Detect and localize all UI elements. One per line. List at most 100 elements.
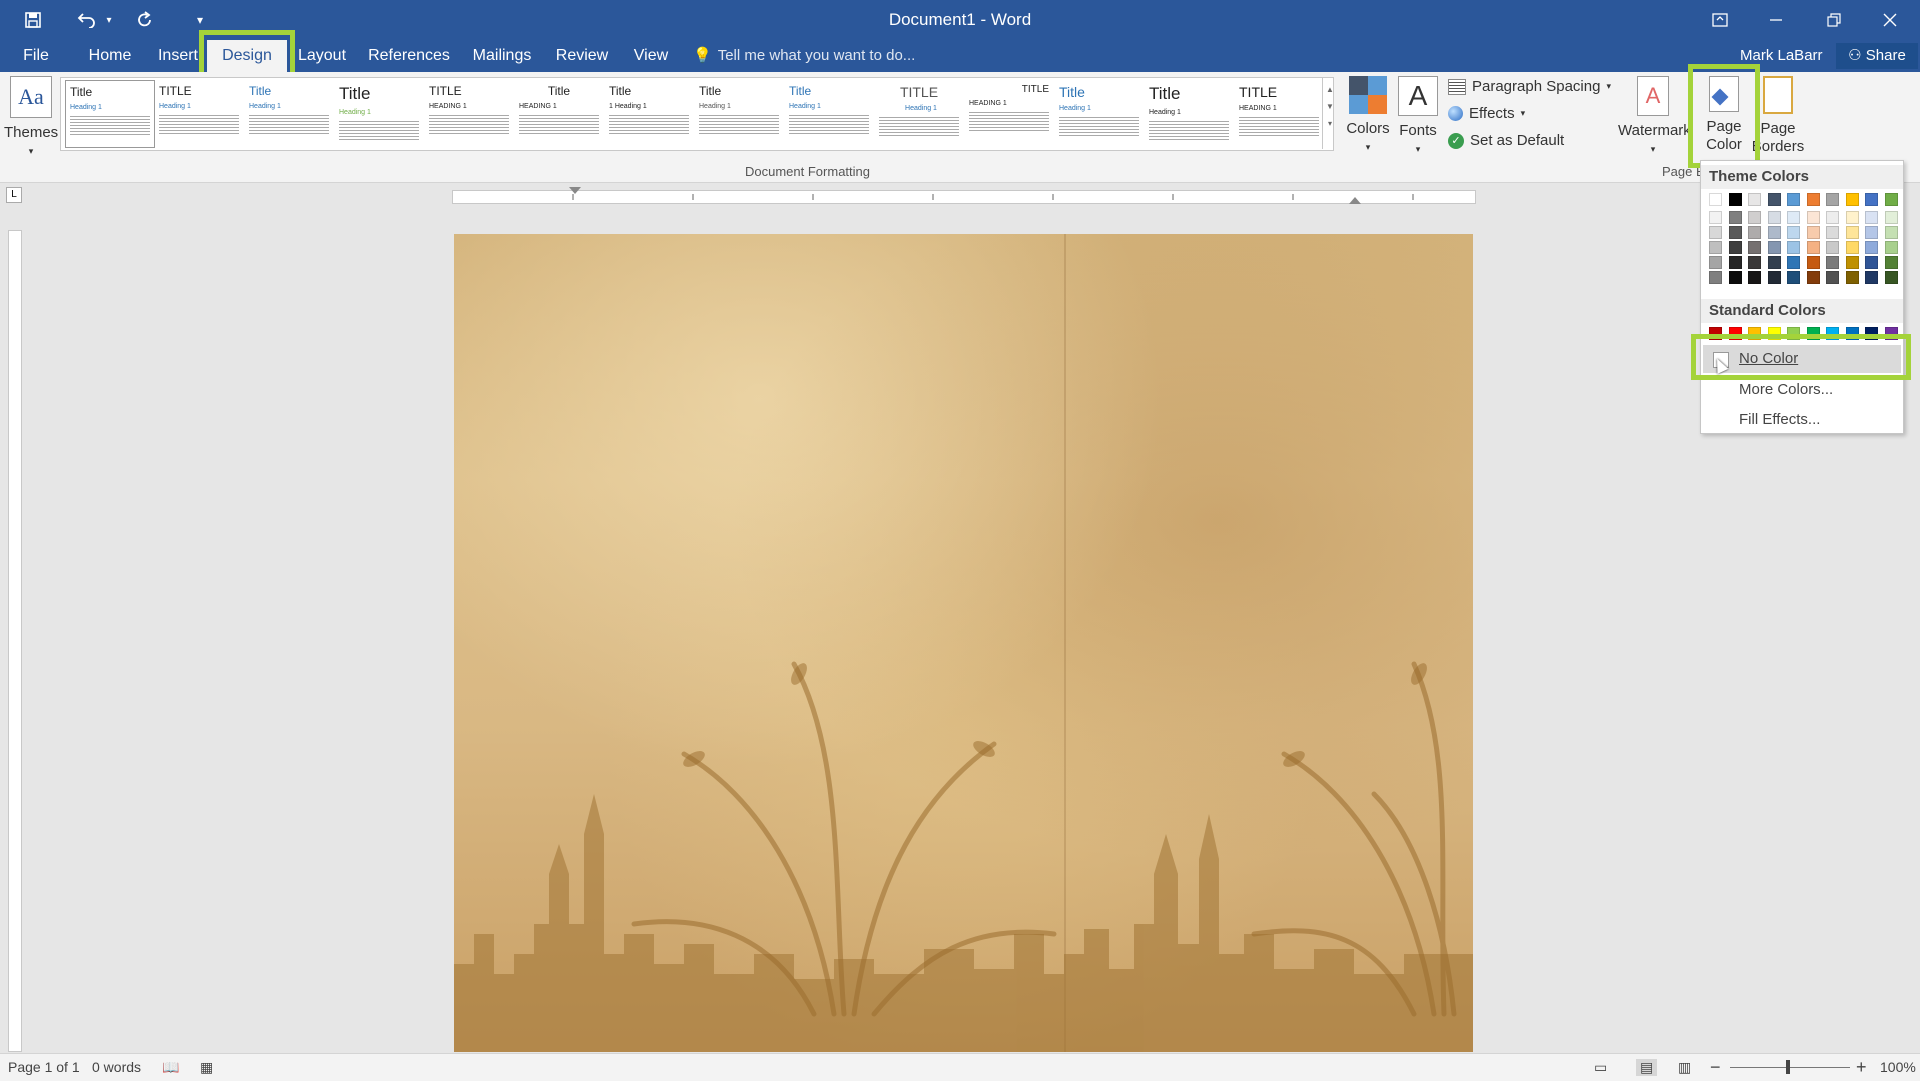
style-set-item[interactable]: Title Heading 1 [245, 80, 333, 146]
color-swatch[interactable] [1767, 256, 1781, 269]
vertical-ruler[interactable] [8, 230, 22, 1052]
color-swatch[interactable] [1767, 193, 1781, 206]
tab-review[interactable]: Review [552, 40, 612, 72]
zoom-slider[interactable] [1730, 1060, 1850, 1074]
color-swatch[interactable] [1845, 226, 1859, 239]
watermark-button[interactable]: A Watermark ▾ [1618, 76, 1691, 158]
color-swatch[interactable] [1709, 226, 1722, 239]
right-indent-marker[interactable] [1349, 197, 1361, 204]
color-swatch[interactable] [1787, 271, 1800, 284]
color-swatch[interactable] [1767, 211, 1781, 224]
more-colors-option[interactable]: More Colors... [1703, 376, 1901, 404]
style-set-item[interactable]: TITLE Heading 1 [155, 80, 243, 146]
color-swatch[interactable] [1728, 226, 1742, 239]
color-swatch[interactable] [1845, 256, 1859, 269]
colors-button[interactable]: Colors ▾ [1344, 76, 1392, 156]
color-swatch[interactable] [1709, 256, 1722, 269]
color-swatch[interactable] [1845, 193, 1859, 206]
color-swatch[interactable] [1748, 271, 1761, 284]
color-swatch[interactable] [1826, 193, 1839, 206]
color-swatch[interactable] [1748, 241, 1761, 254]
read-mode-icon[interactable]: ▭ [1594, 1059, 1607, 1076]
zoom-out-icon[interactable]: − [1710, 1057, 1721, 1078]
color-swatch[interactable] [1845, 241, 1859, 254]
document-page[interactable] [454, 234, 1473, 1052]
color-swatch[interactable] [1728, 193, 1742, 206]
color-swatch[interactable] [1767, 241, 1781, 254]
color-swatch[interactable] [1865, 241, 1878, 254]
style-set-item[interactable]: TITLE Heading 1 [875, 80, 963, 146]
color-swatch[interactable] [1806, 256, 1820, 269]
style-set-item[interactable]: TITLE HEADING 1 [425, 80, 513, 146]
tab-insert[interactable]: Insert [152, 40, 204, 72]
color-swatch[interactable] [1884, 211, 1898, 224]
color-swatch[interactable] [1865, 271, 1878, 284]
color-swatch[interactable] [1806, 271, 1820, 284]
tab-file[interactable]: File [14, 40, 58, 72]
color-swatch[interactable] [1748, 211, 1761, 224]
gallery-more-icon[interactable]: ▾ [1323, 119, 1337, 128]
gallery-scroll-up-icon[interactable]: ▲ [1323, 85, 1337, 94]
style-set-item[interactable]: Title HEADING 1 [515, 80, 603, 146]
set-as-default-button[interactable]: ✓ Set as Default [1448, 132, 1564, 149]
color-swatch[interactable] [1826, 241, 1839, 254]
color-swatch[interactable] [1884, 193, 1898, 206]
color-swatch[interactable] [1865, 256, 1878, 269]
color-swatch[interactable] [1787, 256, 1800, 269]
style-set-item[interactable]: Title Heading 1 [65, 80, 155, 148]
tab-selector-icon[interactable]: L [6, 187, 22, 203]
color-swatch[interactable] [1826, 211, 1839, 224]
color-swatch[interactable] [1806, 193, 1820, 206]
zoom-in-icon[interactable]: + [1856, 1057, 1867, 1078]
restore-icon[interactable] [1806, 0, 1862, 40]
tab-mailings[interactable]: Mailings [466, 40, 538, 72]
color-swatch[interactable] [1787, 241, 1800, 254]
color-swatch[interactable] [1748, 193, 1761, 206]
color-swatch[interactable] [1884, 226, 1898, 239]
style-set-gallery[interactable]: Title Heading 1 TITLE Heading 1 Title Headi… [60, 77, 1334, 151]
tab-references[interactable]: References [365, 40, 453, 72]
color-swatch[interactable] [1787, 211, 1800, 224]
color-swatch[interactable] [1806, 241, 1820, 254]
color-swatch[interactable] [1728, 241, 1742, 254]
style-set-item[interactable]: Title Heading 1 [1145, 80, 1233, 146]
style-set-item[interactable]: Title Heading 1 [335, 80, 423, 146]
fonts-button[interactable]: A Fonts ▾ [1394, 76, 1442, 158]
word-count[interactable]: 0 words [92, 1059, 141, 1075]
color-swatch[interactable] [1748, 226, 1761, 239]
color-swatch[interactable] [1806, 226, 1820, 239]
color-swatch[interactable] [1865, 193, 1878, 206]
style-set-item[interactable]: Title Heading 1 [1055, 80, 1143, 146]
horizontal-ruler[interactable] [452, 187, 1476, 204]
color-swatch[interactable] [1865, 211, 1878, 224]
color-swatch[interactable] [1806, 211, 1820, 224]
macro-icon[interactable]: ▦ [200, 1059, 213, 1076]
proofing-icon[interactable]: 📖 [162, 1059, 179, 1076]
style-set-item[interactable]: TITLE HEADING 1 [1235, 80, 1323, 146]
zoom-slider-thumb[interactable] [1786, 1060, 1790, 1074]
color-swatch[interactable] [1728, 256, 1742, 269]
color-swatch[interactable] [1787, 226, 1800, 239]
zoom-level[interactable]: 100% [1880, 1059, 1916, 1075]
ribbon-display-options-icon[interactable] [1692, 0, 1748, 40]
page-count[interactable]: Page 1 of 1 [8, 1059, 80, 1075]
web-layout-icon[interactable]: ▥ [1678, 1059, 1691, 1076]
close-icon[interactable] [1862, 0, 1918, 40]
color-swatch[interactable] [1826, 226, 1839, 239]
style-set-item[interactable]: Title Heading 1 [695, 80, 783, 146]
color-swatch[interactable] [1767, 271, 1781, 284]
color-swatch[interactable] [1709, 241, 1722, 254]
gallery-scrollbar[interactable]: ▲ ▼ ▾ [1322, 77, 1337, 149]
color-swatch[interactable] [1728, 211, 1742, 224]
style-set-item[interactable]: Title 1 Heading 1 [605, 80, 693, 146]
color-swatch[interactable] [1884, 271, 1898, 284]
color-swatch[interactable] [1728, 271, 1742, 284]
color-swatch[interactable] [1709, 193, 1722, 206]
tab-view[interactable]: View [626, 40, 676, 72]
first-line-indent-marker[interactable] [569, 187, 581, 194]
color-swatch[interactable] [1826, 271, 1839, 284]
color-swatch[interactable] [1884, 256, 1898, 269]
paragraph-spacing-button[interactable]: Paragraph Spacing ▾ [1448, 78, 1611, 95]
share-button[interactable]: ⚇ Share [1836, 43, 1918, 69]
color-swatch[interactable] [1787, 193, 1800, 206]
